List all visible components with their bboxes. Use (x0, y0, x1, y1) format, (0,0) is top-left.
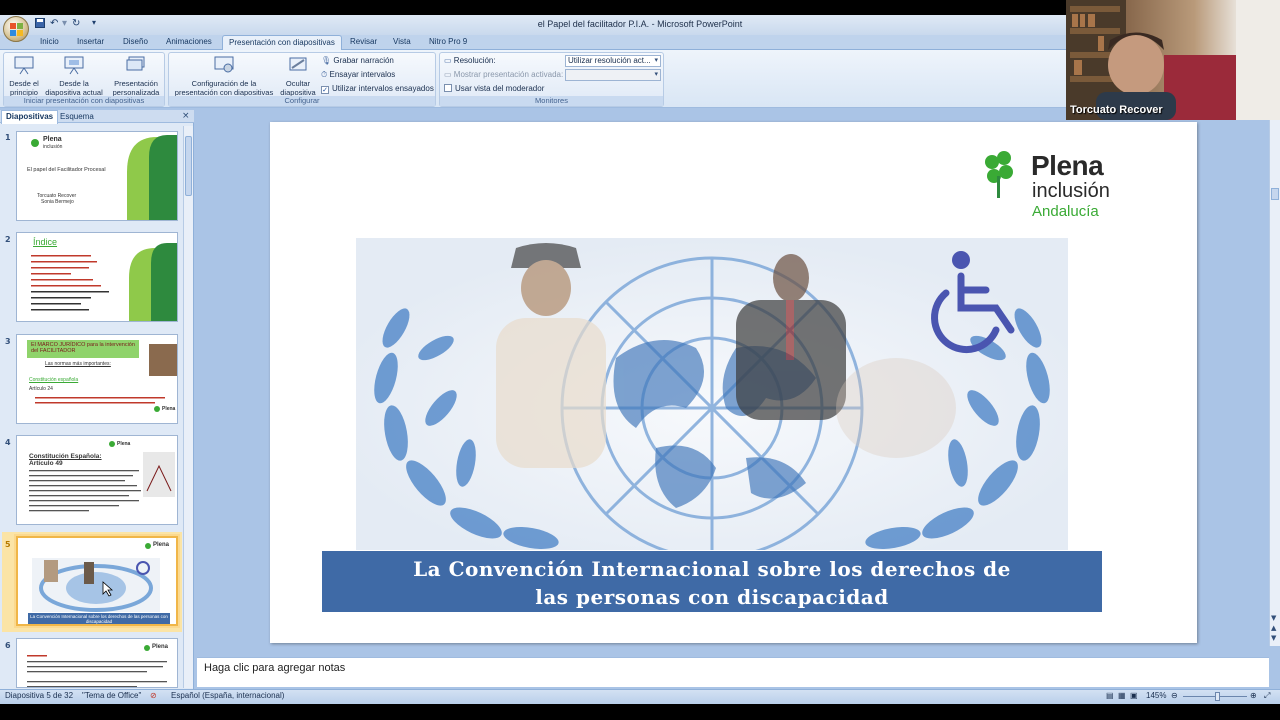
window-title: el Papel del facilitador P.I.A. - Micros… (537, 19, 743, 29)
tab-animaciones[interactable]: Animaciones (166, 37, 212, 46)
tab-presentacion[interactable]: Presentación con diapositivas (222, 35, 342, 51)
checkbox-empty-icon (444, 84, 452, 92)
spellcheck-icon[interactable]: ⊘ (150, 691, 157, 700)
custom-show-icon (126, 56, 145, 71)
slide-thumbnail-4[interactable]: Constitución Española: Artículo 49 Plena (16, 435, 178, 525)
clock-icon: ⏱ (321, 70, 328, 79)
notes-placeholder[interactable]: Haga clic para agregar notas (204, 662, 345, 674)
slideshow-current-icon (64, 56, 84, 75)
previous-slide-icon[interactable]: ▲ (1271, 624, 1276, 632)
resolution-select[interactable]: Utilizar resolución act... ▾ (565, 55, 661, 67)
zoom-slider-thumb[interactable] (1215, 692, 1220, 701)
slide-number: 4 (5, 438, 11, 447)
slide-thumbnail-3[interactable]: El MARCO JURÍDICO para la intervención d… (16, 334, 178, 424)
show-on-select[interactable]: ▾ (565, 69, 661, 81)
close-icon[interactable]: × (182, 111, 190, 121)
tab-diseno[interactable]: Diseño (123, 37, 148, 46)
language-indicator[interactable]: Español (España, internacional) (171, 691, 284, 700)
webcam-participant-name: Torcuato Recover (1070, 104, 1163, 116)
fit-window-icon[interactable]: ⤢ (1264, 691, 1270, 701)
group-start-show: Desde el principio Desde la diapositiva … (3, 52, 165, 107)
thumbnails-scrollbar[interactable] (183, 126, 193, 688)
slide-title[interactable]: La Convención Internacional sobre los de… (322, 555, 1102, 611)
slide-scrollbar[interactable] (1269, 110, 1280, 646)
tab-vista[interactable]: Vista (393, 37, 411, 46)
from-current-button[interactable]: Desde la diapositiva actual (44, 55, 104, 97)
group-monitors: ▭ Resolución: Utilizar resolución act...… (439, 52, 664, 107)
setup-show-button[interactable]: Configuración de la presentación con dia… (172, 55, 276, 97)
dropdown-arrow-icon: ▾ (654, 71, 658, 78)
show-on-label: ▭ Mostrar presentación activada: (444, 70, 564, 79)
zoom-out-icon[interactable]: ⊖ (1171, 691, 1178, 700)
slideshow-icon (14, 56, 34, 75)
use-timings-checkbox[interactable]: ✓ Utilizar intervalos ensayados (321, 84, 434, 94)
record-narration-button[interactable]: 🎙 Grabar narración (321, 56, 394, 65)
slide-counter: Diapositiva 5 de 32 (5, 691, 74, 700)
slide-number: 2 (5, 235, 11, 244)
customize-qat-icon[interactable]: ▾ (92, 18, 96, 27)
tab-inicio[interactable]: Inicio (40, 37, 59, 46)
scroll-thumb[interactable] (1271, 188, 1279, 200)
office-button[interactable] (3, 16, 29, 42)
save-icon[interactable] (35, 18, 45, 31)
notes-pane[interactable] (197, 657, 1269, 687)
slide-number: 6 (5, 641, 11, 650)
tab-insertar[interactable]: Insertar (77, 37, 104, 46)
group-configure: Configuración de la presentación con dia… (168, 52, 436, 107)
thumb-decoration (29, 441, 175, 512)
un-emblem-image (356, 238, 1068, 550)
zoom-in-icon[interactable]: ⊕ (1250, 691, 1257, 700)
slide-thumbnail-6[interactable]: Plena (16, 638, 178, 688)
slide-number: 5 (5, 540, 11, 549)
brand-region: Andalucía (1032, 203, 1099, 220)
brand-subtitle: inclusión (1032, 180, 1110, 202)
monitor-icon: ▭ (444, 70, 452, 79)
tab-revisar[interactable]: Revisar (350, 37, 377, 46)
undo-icon[interactable]: ↶ (50, 18, 58, 29)
slideshow-view-icon[interactable]: ▣ (1130, 691, 1138, 700)
checkmark-icon: ✓ (321, 86, 329, 94)
slide-number: 3 (5, 337, 11, 346)
slide-thumbnail-5[interactable]: Plena La Convención Internacional sobre … (16, 536, 178, 626)
slide-photo (356, 238, 1068, 550)
thumb-decoration (28, 543, 170, 624)
from-start-button[interactable]: Desde el principio (6, 55, 42, 97)
group-start-label: Iniciar presentación con diapositivas (4, 96, 164, 106)
scroll-down-icon[interactable]: ▼ (1271, 614, 1276, 622)
brand-name: Plena (1031, 150, 1104, 181)
normal-view-icon[interactable]: ▤ (1106, 691, 1114, 700)
webcam-overlay (1066, 0, 1280, 120)
office-logo-icon (10, 23, 23, 36)
ribbon-tabs (0, 35, 1066, 50)
webcam-video (1066, 0, 1280, 120)
presenter-view-checkbox[interactable]: Usar vista del moderador (444, 84, 544, 93)
theme-name: "Tema de Office" (82, 691, 142, 700)
monitor-icon: ▭ (444, 56, 452, 65)
tab-nitro[interactable]: Nitro Pro 9 (429, 37, 467, 46)
redo-icon[interactable]: ↻ (72, 18, 80, 29)
undo-dropdown-icon[interactable]: ▾ (62, 18, 67, 29)
group-monitors-label: Monitores (440, 96, 663, 106)
zoom-level[interactable]: 145% (1146, 691, 1166, 700)
microphone-icon: 🎙 (321, 56, 332, 65)
slide-number: 1 (5, 133, 11, 142)
resolution-label: ▭ Resolución: (444, 56, 496, 65)
scroll-thumb[interactable] (185, 136, 192, 196)
custom-show-button[interactable]: Presentación personalizada (108, 55, 164, 97)
tab-outline[interactable]: Esquema (60, 112, 94, 121)
setup-icon (214, 56, 234, 73)
thumb-decoration (31, 135, 177, 220)
dropdown-arrow-icon: ▾ (654, 57, 658, 64)
screen: ↶ ▾ ↻ ▾ el Papel del facilitador P.I.A. … (0, 0, 1280, 720)
rehearse-timings-button[interactable]: ⏱ Ensayar intervalos (321, 70, 395, 80)
slide-thumbnail-1[interactable]: Plena inclusión El papel del Facilitador… (16, 131, 178, 221)
sorter-view-icon[interactable]: ▦ (1118, 691, 1126, 700)
hide-slide-button[interactable]: Ocultar diapositiva (278, 55, 318, 97)
slide-thumbnail-2[interactable]: Índice (16, 232, 178, 322)
next-slide-icon[interactable]: ▼ (1271, 634, 1276, 642)
group-configure-label: Configurar (169, 96, 435, 106)
tab-slides[interactable]: Diapositivas (1, 110, 59, 124)
hide-slide-icon (289, 57, 307, 71)
